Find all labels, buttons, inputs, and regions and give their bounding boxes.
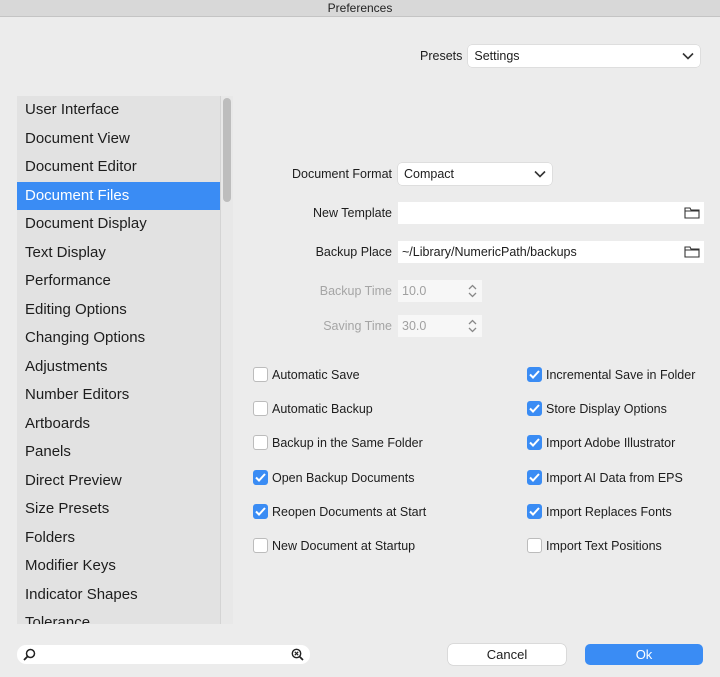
checkbox-checked-icon[interactable] [527,401,542,416]
checkbox-unchecked-icon[interactable] [253,367,268,382]
new-template-field[interactable] [398,202,704,224]
presets-select[interactable]: Settings [468,45,701,67]
sidebar-item-number-editors[interactable]: Number Editors [17,381,220,410]
checkbox-label: Backup in the Same Folder [272,435,423,450]
new-template-label: New Template [313,206,392,220]
checkbox-import-text-positions[interactable]: Import Text Positions [527,538,662,553]
sidebar-item-document-editor[interactable]: Document Editor [17,153,220,182]
checkbox-label: Import Text Positions [546,538,662,553]
saving-time-value: 30.0 [402,319,427,333]
document-format-label: Document Format [291,167,392,181]
checkbox-reopen-documents-at-start[interactable]: Reopen Documents at Start [253,504,426,519]
cancel-button[interactable]: Cancel [448,644,566,665]
sidebar-item-adjustments[interactable]: Adjustments [17,353,220,382]
presets-label: Presets [420,49,463,63]
clear-search-icon[interactable] [291,648,304,661]
sidebar-item-indicator-shapes[interactable]: Indicator Shapes [17,581,220,610]
checkbox-store-display-options[interactable]: Store Display Options [527,401,667,416]
folder-icon[interactable] [684,207,700,219]
checkbox-import-ai-data-from-eps[interactable]: Import AI Data from EPS [527,470,683,485]
sidebar-item-artboards[interactable]: Artboards [17,410,220,439]
search-field[interactable] [17,645,310,664]
checkbox-checked-icon[interactable] [527,435,542,450]
presets-row: Presets Settings [420,45,701,67]
sidebar-item-user-interface[interactable]: User Interface [17,96,220,125]
saving-time-stepper[interactable] [466,317,478,335]
sidebar-item-changing-options[interactable]: Changing Options [17,324,220,353]
checkbox-automatic-save[interactable]: Automatic Save [253,367,360,382]
backup-time-value: 10.0 [402,284,427,298]
checkbox-label: Import Adobe Illustrator [546,435,676,450]
sidebar-item-editing-options[interactable]: Editing Options [17,296,220,325]
chevron-down-icon [534,170,546,178]
saving-time-label: Saving Time [323,319,392,333]
checkbox-label: Automatic Save [272,367,360,382]
checkbox-checked-icon[interactable] [527,470,542,485]
checkbox-checked-icon[interactable] [253,504,268,519]
backup-time-stepper[interactable] [466,282,478,300]
checkbox-incremental-save-in-folder[interactable]: Incremental Save in Folder [527,367,695,382]
sidebar-item-document-display[interactable]: Document Display [17,210,220,239]
stepper-up-down-icon [468,284,476,298]
sidebar-item-performance[interactable]: Performance [17,267,220,296]
sidebar-item-size-presets[interactable]: Size Presets [17,495,220,524]
sidebar-item-document-view[interactable]: Document View [17,125,220,154]
new-template-row: New Template [192,202,704,224]
search-icon [23,648,36,661]
checkbox-label: Reopen Documents at Start [272,504,427,519]
sidebar-item-direct-preview[interactable]: Direct Preview [17,467,220,496]
checkbox-label: Automatic Backup [272,401,373,416]
sidebar-scroll-thumb[interactable] [223,98,231,202]
checkbox-checked-icon[interactable] [253,470,268,485]
sidebar-item-document-files[interactable]: Document Files [17,181,220,210]
checkbox-label: Open Backup Documents [272,470,415,485]
checkbox-unchecked-icon[interactable] [253,538,268,553]
backup-place-row: Backup Place ~/Library/NumericPath/backu… [192,241,704,263]
saving-time-row: Saving Time 30.0 [192,315,482,337]
backup-place-value: ~/Library/NumericPath/backups [402,245,577,259]
checkbox-checked-icon[interactable] [527,367,542,382]
search-input[interactable] [42,647,285,662]
checkbox-import-adobe-illustrator[interactable]: Import Adobe Illustrator [527,435,675,450]
saving-time-field[interactable]: 30.0 [398,315,482,337]
checkbox-checked-icon[interactable] [527,504,542,519]
checkbox-label: Incremental Save in Folder [546,367,696,382]
checkbox-label: Import Replaces Fonts [546,504,672,519]
ok-button[interactable]: Ok [585,644,703,665]
document-format-value: Compact [404,167,455,181]
backup-place-label: Backup Place [315,245,392,259]
window-title: Preferences [0,0,720,17]
document-format-select[interactable]: Compact [398,163,552,185]
checkbox-label: Store Display Options [546,401,667,416]
checkbox-open-backup-documents[interactable]: Open Backup Documents [253,470,414,485]
checkbox-import-replaces-fonts[interactable]: Import Replaces Fonts [527,504,672,519]
backup-time-field[interactable]: 10.0 [398,280,482,302]
checkbox-automatic-backup[interactable]: Automatic Backup [253,401,373,416]
stepper-up-down-icon [468,319,476,333]
backup-place-field[interactable]: ~/Library/NumericPath/backups [398,241,704,263]
sidebar-item-text-display[interactable]: Text Display [17,239,220,268]
backup-time-row: Backup Time 10.0 [192,280,482,302]
sidebar-item-panels[interactable]: Panels [17,438,220,467]
document-format-row: Document Format Compact [192,163,552,185]
checkbox-new-document-at-startup[interactable]: New Document at Startup [253,538,415,553]
chevron-down-icon [682,52,694,60]
sidebar-list: User Interface Document View Document Edit… [17,96,220,624]
checkbox-label: New Document at Startup [272,538,416,553]
backup-time-label: Backup Time [319,284,392,298]
folder-icon[interactable] [684,246,700,258]
checkbox-backup-in-the-same-folder[interactable]: Backup in the Same Folder [253,435,423,450]
checkbox-unchecked-icon[interactable] [253,401,268,416]
checkbox-label: Import AI Data from EPS [546,470,683,485]
sidebar-item-modifier-keys[interactable]: Modifier Keys [17,552,220,581]
presets-value: Settings [474,49,520,63]
checkbox-unchecked-icon[interactable] [527,538,542,553]
sidebar-item-tolerance[interactable]: Tolerance [17,609,220,624]
sidebar-item-folders[interactable]: Folders [17,524,220,553]
checkbox-unchecked-icon[interactable] [253,435,268,450]
